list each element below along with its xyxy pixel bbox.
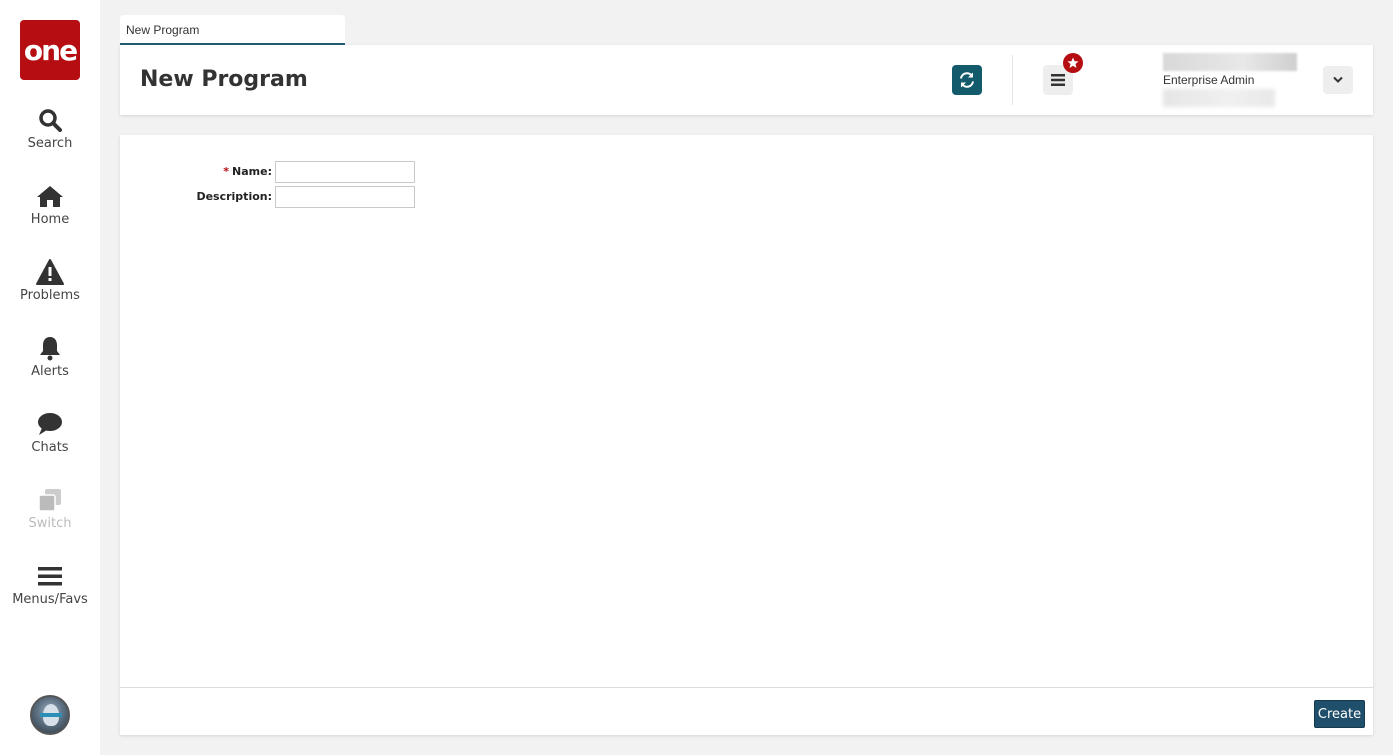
sidebar-item-label: Menus/Favs (12, 592, 88, 607)
sidebar-item-label: Switch (28, 516, 72, 531)
name-label: * Name: (223, 165, 272, 178)
chat-icon (36, 410, 64, 438)
tab-label: New Program (126, 23, 200, 37)
user-menu-dropdown[interactable] (1323, 66, 1353, 94)
name-field[interactable] (275, 161, 415, 183)
header-divider (1012, 55, 1013, 105)
home-icon (36, 182, 64, 210)
list-icon (1051, 74, 1065, 86)
switch-icon (36, 486, 64, 514)
sidebar-item-alerts[interactable]: Alerts (0, 334, 100, 394)
logo-text: one (23, 33, 78, 67)
page-title: New Program (140, 67, 308, 92)
warning-icon (36, 258, 64, 286)
user-name-redacted (1163, 53, 1297, 71)
favorites-badge[interactable] (1063, 53, 1083, 73)
main-content: * Name: Description: Create (120, 135, 1373, 735)
logo[interactable]: one (20, 20, 80, 80)
create-button[interactable]: Create (1314, 700, 1365, 728)
refresh-icon (960, 72, 974, 88)
sidebar-item-label: Home (30, 212, 70, 227)
sidebar-item-menus-favs[interactable]: Menus/Favs (0, 562, 100, 622)
sidebar-item-problems[interactable]: Problems (0, 258, 100, 318)
sidebar-item-label: Chats (31, 440, 69, 455)
description-field[interactable] (275, 186, 415, 208)
form-row-name: * Name: (120, 161, 540, 183)
name-label-text: Name: (232, 165, 272, 178)
required-marker: * (223, 165, 230, 178)
sidebar: one Search Home Problems Alerts Chats Sw… (0, 0, 100, 755)
avatar[interactable] (30, 695, 70, 735)
sidebar-item-label: Problems (20, 288, 80, 303)
chevron-down-icon (1333, 76, 1343, 83)
page-header: New Program Enterprise Admin (120, 45, 1373, 115)
description-label: Description: (196, 190, 272, 203)
tab-new-program[interactable]: New Program (120, 15, 345, 45)
search-icon (36, 106, 64, 134)
sidebar-item-search[interactable]: Search (0, 106, 100, 166)
refresh-button[interactable] (952, 65, 982, 95)
sidebar-item-label: Search (27, 136, 73, 151)
user-org-redacted (1163, 89, 1275, 107)
sidebar-item-switch[interactable]: Switch (0, 486, 100, 546)
footer-divider (120, 687, 1373, 688)
star-icon (1067, 57, 1079, 68)
form-row-description: Description: (120, 186, 540, 208)
sidebar-item-label: Alerts (31, 364, 69, 379)
user-role: Enterprise Admin (1163, 73, 1255, 87)
bell-icon (36, 334, 64, 362)
avatar-band (40, 713, 62, 717)
hamburger-icon (36, 562, 64, 590)
sidebar-item-chats[interactable]: Chats (0, 410, 100, 470)
sidebar-item-home[interactable]: Home (0, 182, 100, 242)
